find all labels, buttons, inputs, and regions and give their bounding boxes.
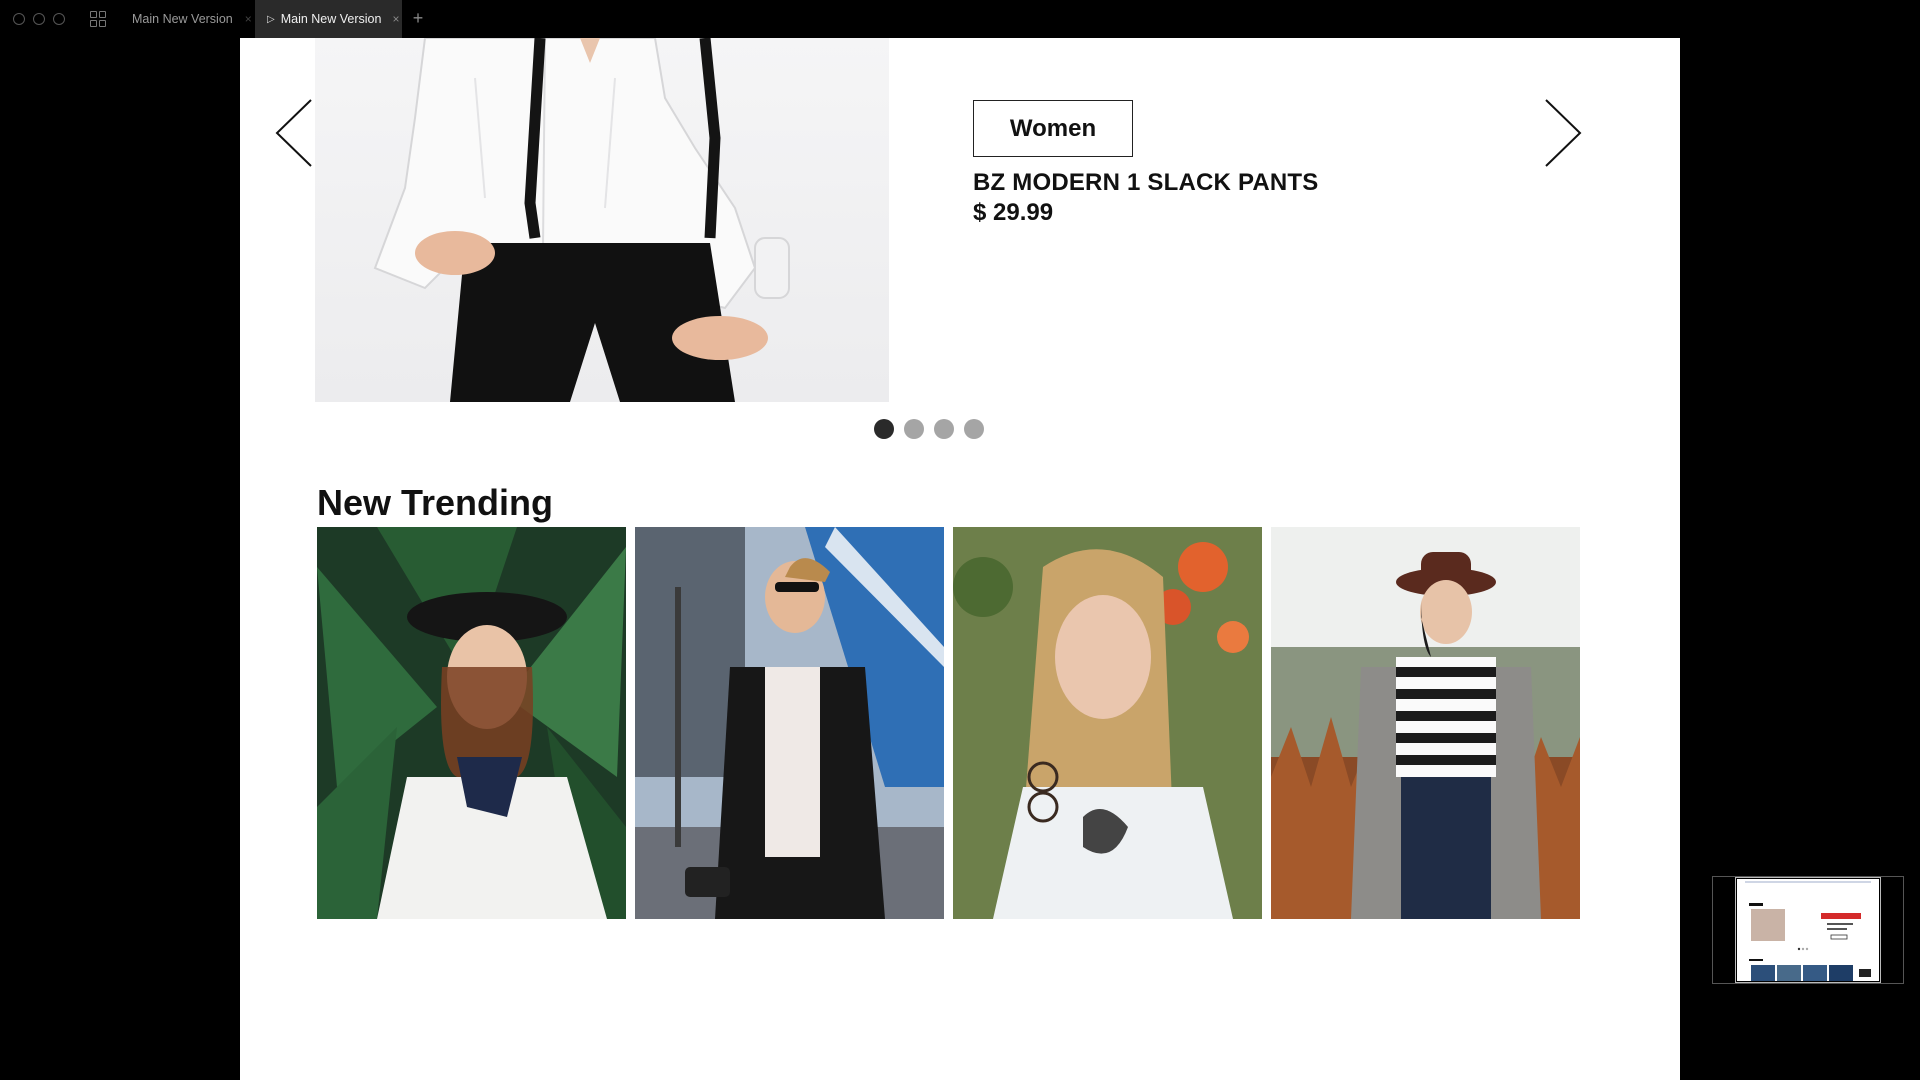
grid-icon[interactable] <box>90 11 106 27</box>
maximize-window-button[interactable] <box>53 13 65 25</box>
tab-main-new-version-1[interactable]: Main New Version × <box>124 0 254 38</box>
tab-label: Main New Version <box>280 12 382 26</box>
trending-item-1[interactable] <box>317 527 626 919</box>
minimap-viewport[interactable] <box>1735 877 1881 983</box>
close-window-button[interactable] <box>13 13 25 25</box>
carousel-pagination <box>874 419 984 439</box>
play-icon: ▷ <box>267 13 275 25</box>
close-icon[interactable]: × <box>392 12 399 26</box>
trending-item-2[interactable] <box>635 527 944 919</box>
arrow-left-icon[interactable] <box>275 98 315 168</box>
carousel-dot-4[interactable] <box>964 419 984 439</box>
tab-main-new-version-2[interactable]: ▷ Main New Version × <box>255 0 402 38</box>
minimap[interactable] <box>1712 876 1904 984</box>
product-price: $ 29.99 <box>973 199 1054 226</box>
trending-item-3[interactable] <box>953 527 1262 919</box>
carousel-dot-3[interactable] <box>934 419 954 439</box>
section-title: New Trending <box>317 482 554 523</box>
arrow-right-icon[interactable] <box>1542 98 1582 168</box>
category-button[interactable]: Women <box>973 100 1133 157</box>
carousel-dot-1[interactable] <box>874 419 894 439</box>
tab-label: Main New Version <box>132 12 233 26</box>
product-name[interactable]: BZ MODERN 1 SLACK PANTS <box>973 169 1319 197</box>
title-bar: Main New Version × ▷ Main New Version × … <box>0 0 1920 38</box>
minimize-window-button[interactable] <box>33 13 45 25</box>
page-canvas: Women BZ MODERN 1 SLACK PANTS $ 29.99 Ne… <box>240 38 1680 1080</box>
carousel-dot-2[interactable] <box>904 419 924 439</box>
trending-item-4[interactable] <box>1271 527 1580 919</box>
new-tab-button[interactable]: + <box>409 7 427 29</box>
hero-product-image <box>315 38 889 402</box>
close-icon[interactable]: × <box>245 12 252 26</box>
